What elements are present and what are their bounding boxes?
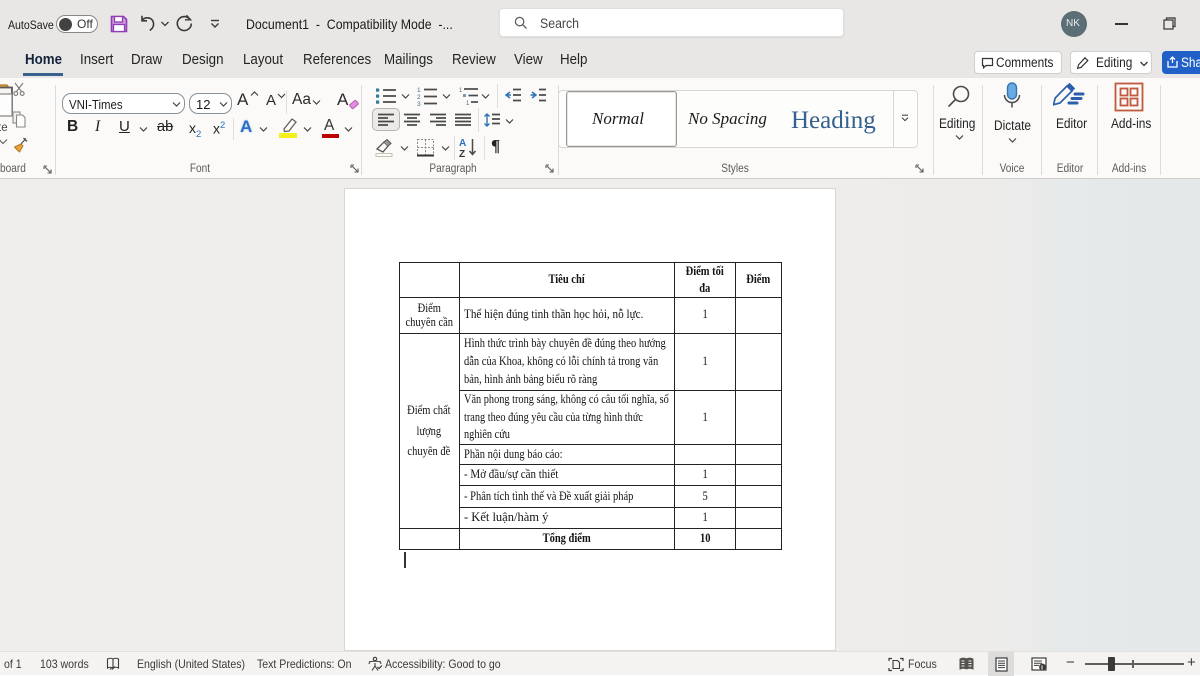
svg-text:Z: Z	[459, 149, 465, 158]
svg-text:1: 1	[417, 87, 421, 94]
svg-text:i: i	[1041, 664, 1043, 671]
svg-text:A: A	[459, 138, 466, 149]
svg-text:1: 1	[459, 88, 463, 94]
svg-text:2: 2	[417, 94, 421, 101]
svg-text:1: 1	[466, 101, 470, 106]
svg-text:3: 3	[417, 101, 421, 106]
